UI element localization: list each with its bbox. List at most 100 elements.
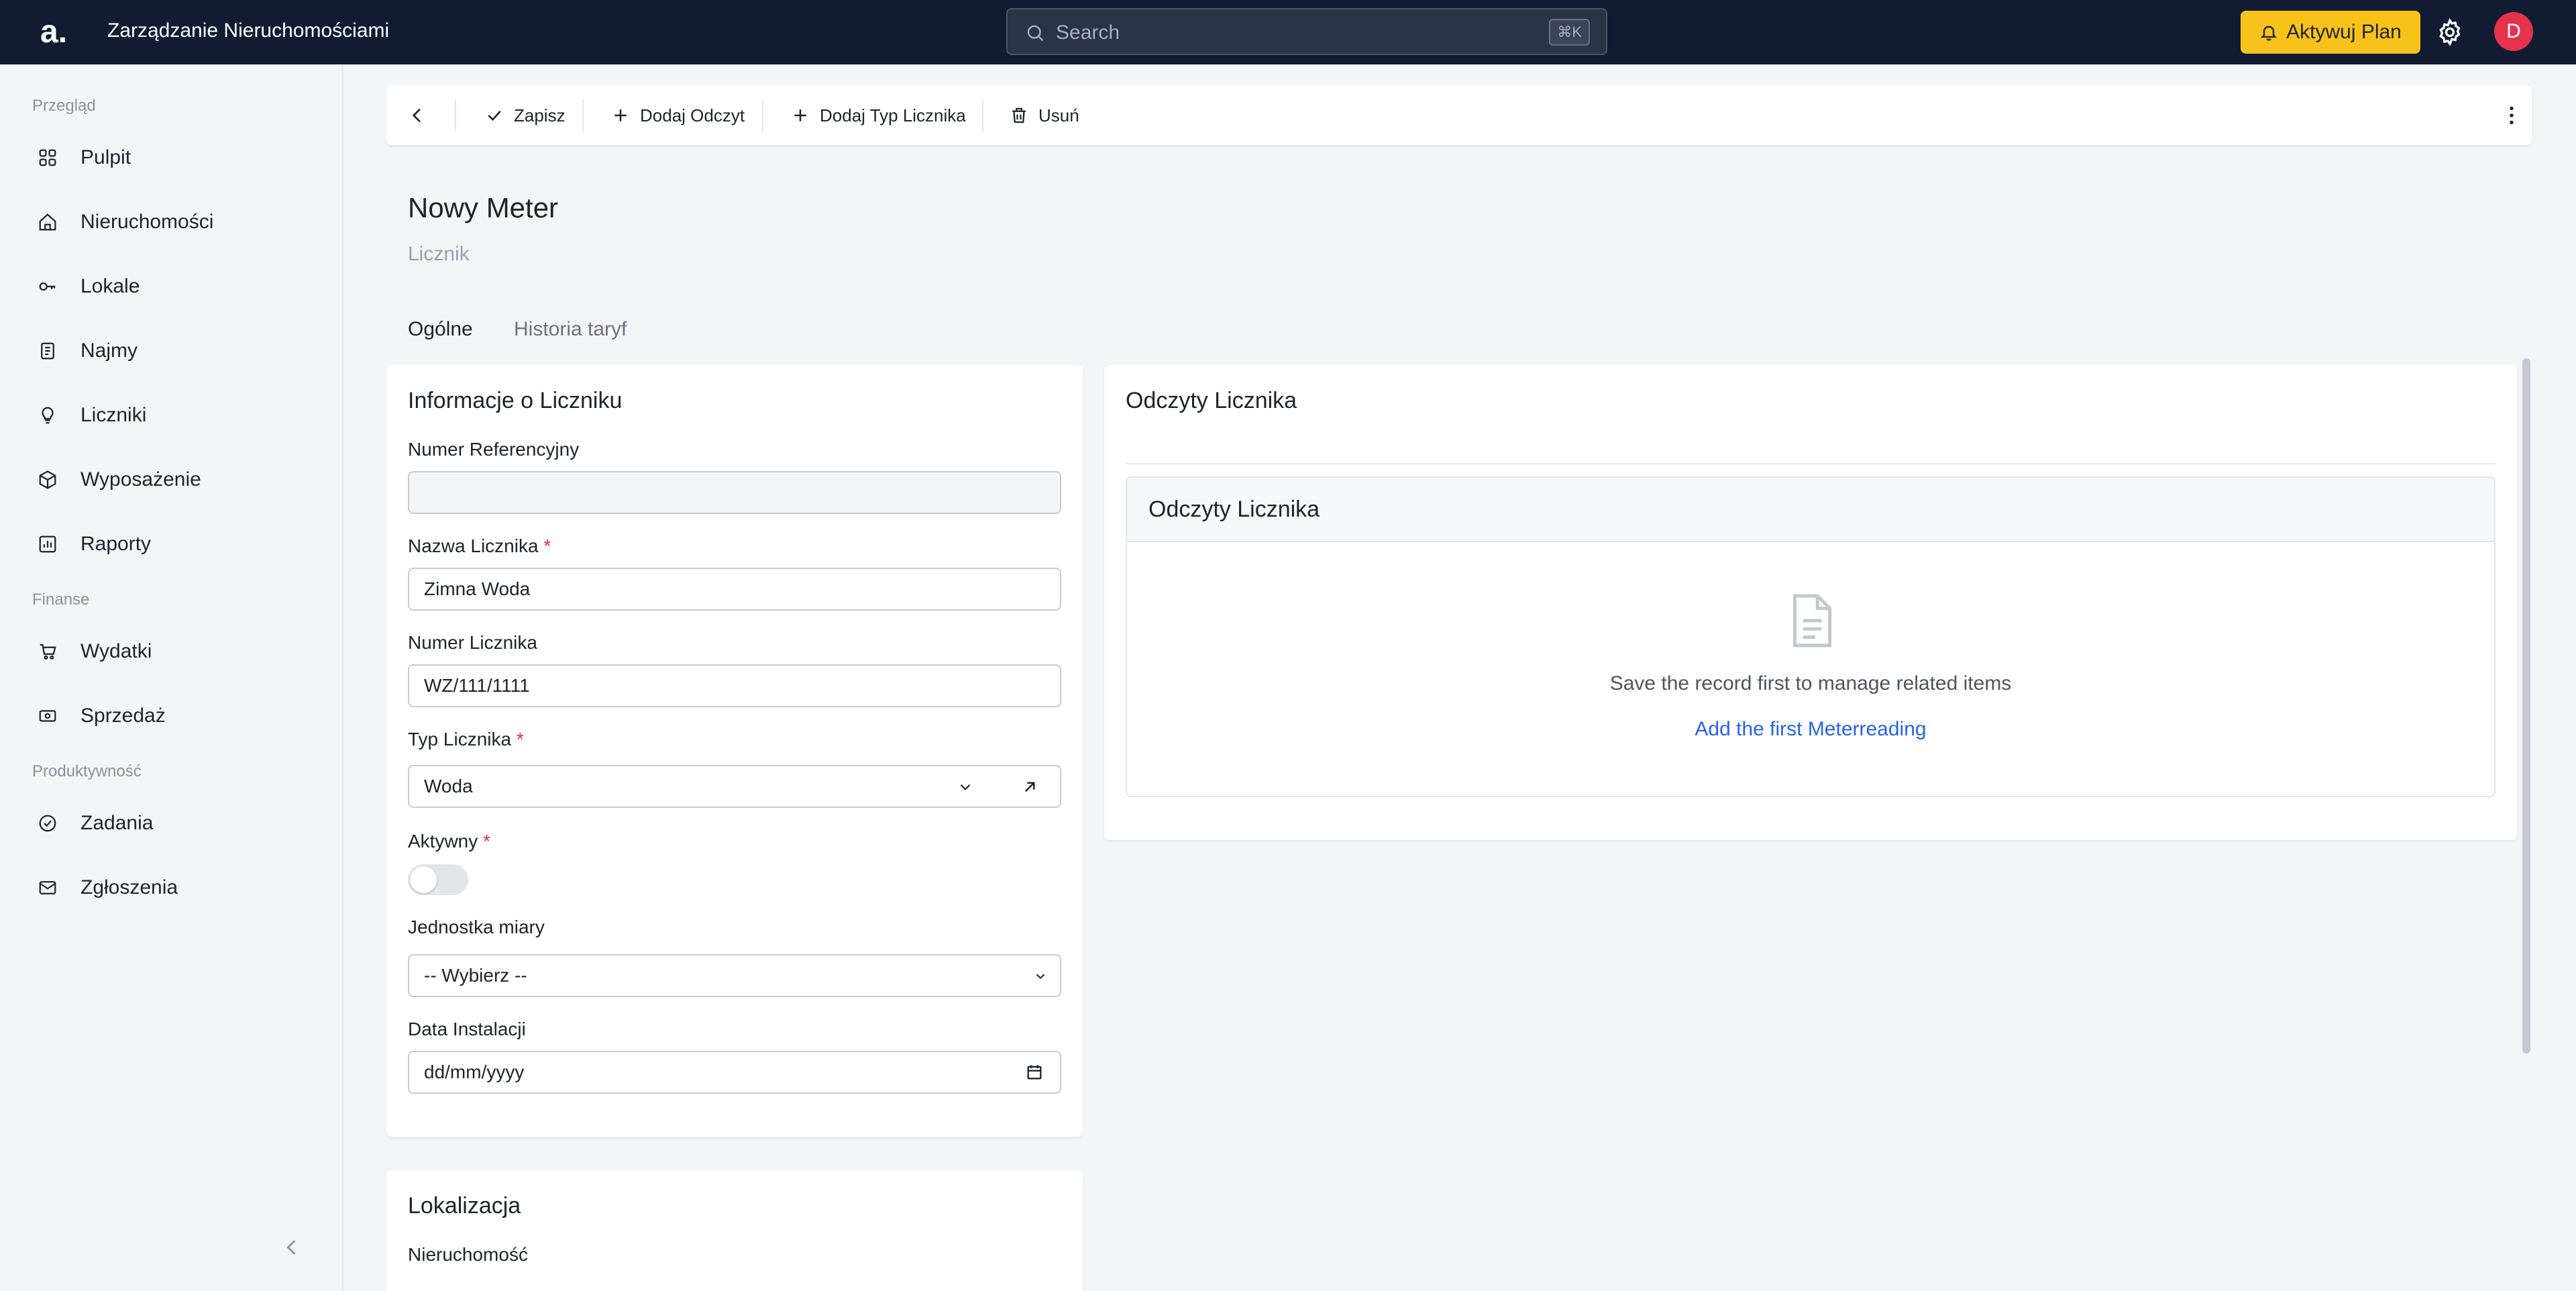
sidebar-item-nieruchomosci[interactable]: Nieruchomości — [20, 197, 323, 248]
toolbar-divider — [582, 99, 584, 132]
location-card: Lokalizacja Nieruchomość — [386, 1170, 1083, 1291]
card-title: Informacje o Liczniku — [408, 388, 623, 413]
sidebar-item-label: Wydatki — [80, 640, 152, 662]
required-mark: * — [516, 729, 524, 750]
unit-value: -- Wybierz -- — [424, 965, 527, 986]
meter-info-card: Informacje o Liczniku Numer Referencyjny… — [386, 365, 1083, 1137]
tab-historia-taryf[interactable]: Historia taryf — [514, 318, 627, 341]
page-title: Nowy Meter — [408, 192, 559, 223]
meter-name-field[interactable]: Zimna Woda — [408, 568, 1061, 611]
save-button[interactable]: Zapisz — [484, 86, 566, 145]
add-reading-label: Dodaj Odczyt — [640, 105, 745, 125]
plus-icon — [794, 109, 806, 121]
active-toggle[interactable] — [408, 864, 468, 895]
upgrade-plan-label: Aktywuj Plan — [2286, 21, 2402, 43]
bell-icon — [2260, 25, 2277, 41]
meter-number-field[interactable]: WZ/111/1111 — [408, 664, 1061, 707]
trash-icon — [1012, 107, 1026, 123]
toggle-knob — [410, 866, 437, 893]
sidebar-item-label: Zadania — [80, 812, 154, 834]
collapse-sidebar-chevron-icon[interactable] — [280, 1236, 303, 1259]
upgrade-plan-button[interactable]: Aktywuj Plan — [2241, 11, 2420, 54]
check-circle-icon — [39, 815, 56, 832]
user-avatar[interactable]: D — [2494, 12, 2533, 51]
grid-icon — [39, 149, 56, 166]
sidebar-item-liczniki[interactable]: Liczniki — [20, 391, 323, 442]
meter-readings-card: Odczyty Licznika Odczyty Licznika Save t… — [1104, 365, 2517, 840]
readings-related-panel: Odczyty Licznika Save the record first t… — [1126, 476, 2496, 797]
meter-type-value: Woda — [424, 776, 473, 796]
meter-type-select[interactable]: Woda — [408, 765, 1002, 808]
card-title: Lokalizacja — [408, 1193, 521, 1219]
add-meter-type-label: Dodaj Typ Licznika — [820, 105, 966, 125]
home-icon — [39, 213, 56, 231]
meter-number-label: Numer Licznika — [408, 632, 537, 653]
mail-icon — [39, 881, 56, 894]
required-mark: * — [543, 535, 551, 556]
add-reading-button[interactable]: Dodaj Odczyt — [610, 86, 745, 145]
top-bar: a. Zarządzanie Nieruchomościami Search ⌘… — [0, 0, 2576, 64]
search-shortcut-badge: ⌘K — [1549, 19, 1590, 46]
sidebar-item-zadania[interactable]: Zadania — [20, 798, 323, 849]
unit-select[interactable]: -- Wybierz -- — [408, 954, 1061, 997]
main-scrollbar-thumb[interactable] — [2522, 358, 2530, 1053]
sidebar-item-label: Zgłoszenia — [80, 876, 178, 898]
add-meter-type-button[interactable]: Dodaj Typ Licznika — [790, 86, 966, 145]
install-date-placeholder: dd/mm/yyyy — [424, 1062, 525, 1082]
sidebar-item-zgloszenia[interactable]: Zgłoszenia — [20, 863, 323, 914]
cart-icon — [40, 643, 56, 660]
sidebar-item-lokale[interactable]: Lokale — [20, 262, 323, 313]
sidebar-item-label: Liczniki — [80, 404, 147, 426]
sidebar-section-label: Finanse — [32, 590, 90, 609]
chevron-down-icon — [1036, 974, 1045, 980]
sidebar-item-label: Raporty — [80, 533, 152, 555]
panel-header: Odczyty Licznika — [1127, 478, 2494, 542]
meter-name-label: Nazwa Licznika * — [408, 535, 551, 557]
tab-ogolne[interactable]: Ogólne — [408, 318, 473, 341]
sidebar-item-pulpit[interactable]: Pulpit — [20, 133, 323, 184]
page-subtitle: Licznik — [408, 243, 470, 265]
back-chevron-icon[interactable] — [407, 105, 428, 126]
sidebar-item-wyposazenie[interactable]: Wyposażenie — [20, 455, 323, 506]
sidebar-item-najmy[interactable]: Najmy — [20, 326, 323, 377]
meter-type-label-text: Typ Licznika — [408, 729, 512, 750]
calendar-icon[interactable] — [1025, 1063, 1044, 1082]
save-label: Zapisz — [514, 105, 566, 125]
toolbar-divider — [762, 99, 763, 132]
ref-number-field[interactable] — [408, 471, 1061, 514]
sidebar-item-raporty[interactable]: Raporty — [20, 519, 323, 570]
sidebar-section-label: Produktywność — [32, 762, 142, 780]
empty-state-message: Save the record first to manage related … — [1609, 672, 2012, 694]
add-first-reading-link[interactable]: Add the first Meterreading — [1127, 718, 2494, 741]
panel-title: Odczyty Licznika — [1148, 497, 1320, 522]
search-placeholder: Search — [1056, 21, 1120, 44]
delete-button[interactable]: Usuń — [1009, 86, 1079, 145]
plus-icon — [614, 109, 627, 121]
search-input[interactable]: Search ⌘K — [1006, 8, 1607, 55]
chart-icon — [39, 535, 56, 553]
sidebar: Przegląd Pulpit Nieruchomości Lokale Naj… — [0, 64, 343, 1291]
sidebar-section-label: Przegląd — [32, 97, 96, 115]
unit-label: Jednostka miary — [408, 917, 545, 937]
install-date-field[interactable]: dd/mm/yyyy — [408, 1051, 1061, 1094]
app-title: Zarządzanie Nieruchomościami — [107, 19, 390, 42]
action-toolbar: Zapisz Dodaj Odczyt Dodaj Typ Licznika U… — [386, 86, 2532, 145]
sidebar-item-sprzedaz[interactable]: Sprzedaż — [20, 691, 323, 742]
sidebar-item-wydatki[interactable]: Wydatki — [20, 627, 323, 678]
check-icon — [488, 110, 501, 121]
open-meter-type-button[interactable] — [1001, 765, 1061, 808]
settings-gear-icon[interactable] — [2435, 17, 2465, 47]
ref-number-label: Numer Referencyjny — [408, 439, 580, 460]
document-placeholder-icon — [1792, 594, 1832, 648]
card-divider — [1126, 463, 2496, 464]
more-vertical-icon[interactable] — [2500, 103, 2524, 127]
sidebar-item-label: Najmy — [80, 340, 138, 362]
document-icon — [41, 342, 54, 360]
external-link-icon — [1024, 782, 1035, 792]
install-date-label: Data Instalacji — [408, 1019, 526, 1039]
chevron-down-icon — [960, 784, 971, 790]
toolbar-divider — [982, 99, 983, 132]
sidebar-item-label: Pulpit — [80, 146, 131, 168]
property-label: Nieruchomość — [408, 1244, 528, 1265]
app-logo[interactable]: a. — [40, 13, 67, 50]
